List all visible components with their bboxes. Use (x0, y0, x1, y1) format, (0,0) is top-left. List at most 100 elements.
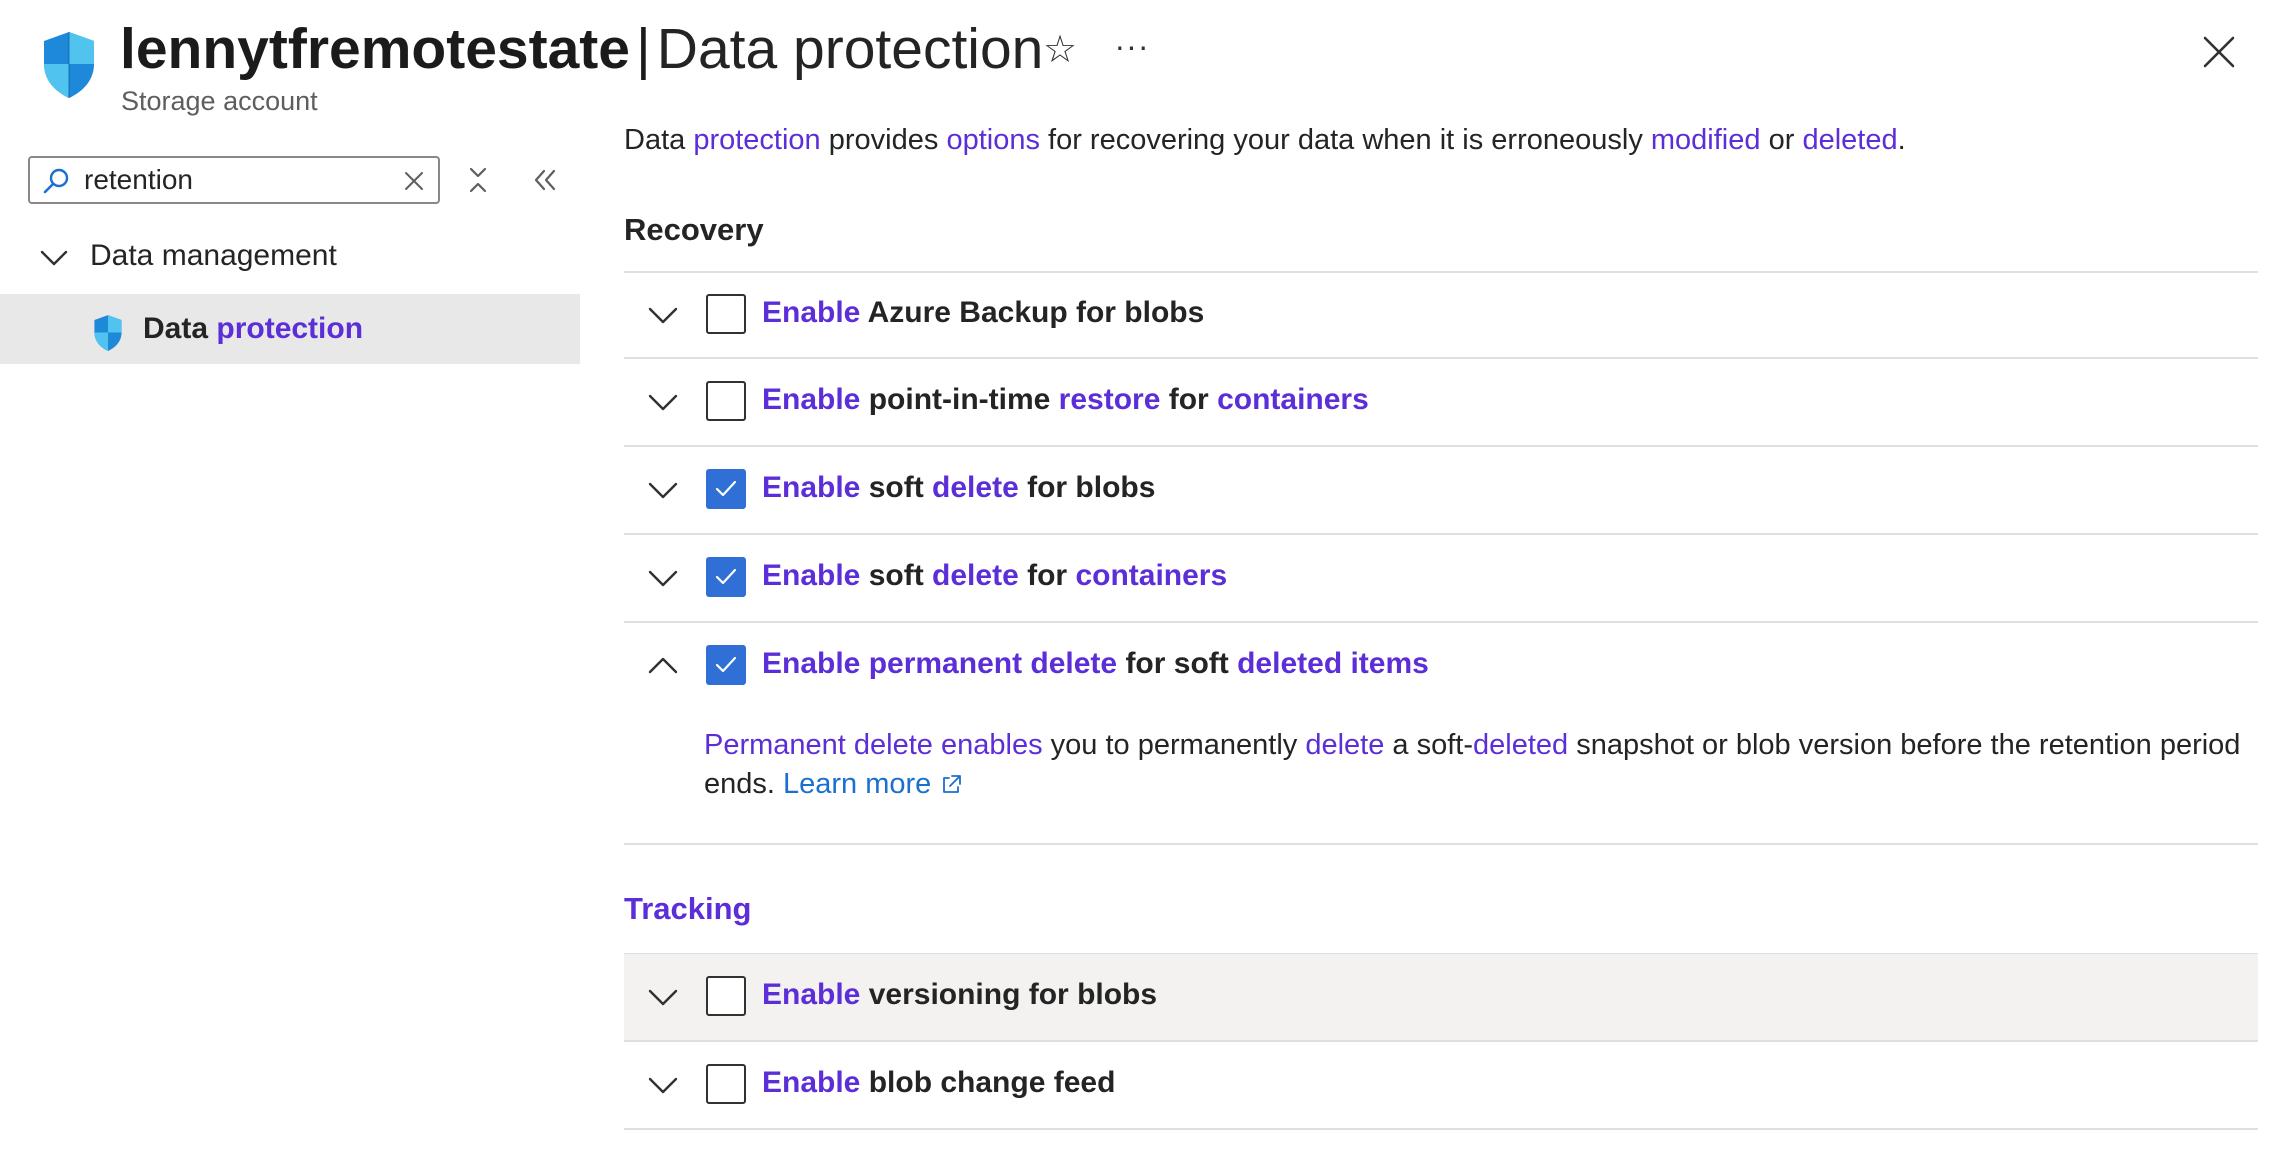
setting-label: Enable Azure Backup for blobs (762, 296, 1204, 330)
setting-label: Enable versioning for blobs (762, 978, 1157, 1012)
label-highlight: Enable permanent delete (762, 647, 1118, 680)
divider (624, 1128, 2258, 1130)
setting-checkbox[interactable] (706, 976, 746, 1016)
setting-row-soft-delete-containers[interactable]: Enable soft delete for containers (624, 535, 2258, 621)
blade-header: lennytfremotestate | Data protection Stora… (0, 0, 2272, 140)
checkmark-icon (715, 480, 737, 497)
learn-more-label: Learn more (783, 768, 932, 800)
setting-checkbox[interactable] (706, 557, 746, 597)
label-highlight: delete (932, 471, 1019, 504)
nav-item-data-protection[interactable]: Data protection (0, 294, 580, 364)
setting-label: Enable soft delete for blobs (762, 471, 1155, 505)
intro-word: or (1768, 124, 1795, 156)
setting-row-point-in-time-restore[interactable]: Enable point-in-time restore for contain… (624, 359, 2258, 445)
label-text: Azure Backup for blobs (860, 296, 1205, 329)
more-options-icon[interactable]: ··· (1110, 26, 1154, 74)
setting-checkbox[interactable] (706, 294, 746, 334)
permanent-delete-description: Permanent delete enables you to permanen… (704, 726, 2244, 804)
resource-name: lennytfremotestate (120, 17, 630, 81)
intro-highlight: protection (693, 124, 821, 156)
nav-search-box[interactable] (28, 156, 440, 204)
external-link-icon (943, 775, 962, 794)
label-highlight: Enable (762, 1066, 861, 1099)
setting-row-change-feed[interactable]: Enable blob change feed (624, 1042, 2258, 1128)
page-title: lennytfremotestate | Data protection (120, 16, 1043, 82)
nav-item-label-word: Data (143, 312, 209, 345)
nav-item-label: Data protection (143, 312, 363, 346)
intro-text: Data protection provides options for rec… (624, 124, 1906, 157)
label-highlight: Enable (762, 296, 861, 329)
section-heading-tracking: Tracking (624, 891, 752, 926)
intro-word: provides (828, 124, 939, 156)
label-text: for blobs (1018, 471, 1156, 504)
desc-text: a soft- (1384, 729, 1474, 761)
intro-word: . (1897, 124, 1906, 156)
blade-title: Data protection (656, 17, 1044, 81)
nav-group-label: Data management (90, 239, 337, 272)
chevron-up-icon[interactable] (646, 649, 680, 683)
intro-word: Data (624, 124, 686, 156)
setting-row-soft-delete-blobs[interactable]: Enable soft delete for blobs (624, 447, 2258, 533)
nav-item-label-highlight: protection (216, 312, 364, 345)
setting-checkbox[interactable] (706, 645, 746, 685)
setting-checkbox[interactable] (706, 381, 746, 421)
learn-more-link[interactable]: Learn more (783, 768, 963, 800)
divider (624, 843, 2258, 845)
label-text: point-in-time (860, 383, 1059, 416)
setting-checkbox[interactable] (706, 469, 746, 509)
label-text: soft (860, 471, 933, 504)
desc-text: you to permanently (1042, 729, 1306, 761)
shield-icon (94, 315, 122, 351)
search-icon (43, 168, 69, 194)
setting-label: Enable point-in-time restore for contain… (762, 383, 1369, 417)
checkmark-icon (715, 568, 737, 585)
setting-checkbox[interactable] (706, 1064, 746, 1104)
chevron-down-icon[interactable] (646, 298, 680, 332)
section-heading-recovery: Recovery (624, 212, 764, 247)
label-highlight: containers (1217, 383, 1369, 416)
label-highlight: Enable (762, 471, 861, 504)
resource-type-subtitle: Storage account (121, 86, 318, 116)
label-text: versioning for blobs (860, 978, 1158, 1011)
label-text: blob change feed (860, 1066, 1116, 1099)
double-chevron-left-icon[interactable] (528, 164, 560, 196)
chevron-down-icon[interactable] (646, 473, 680, 507)
setting-row-azure-backup[interactable]: Enable Azure Backup for blobs (624, 272, 2258, 358)
chevron-down-icon[interactable] (646, 980, 680, 1014)
favorite-star-icon[interactable]: ☆ (1040, 26, 1080, 74)
label-highlight: restore (1058, 383, 1161, 416)
desc-highlight: deleted (1473, 729, 1569, 761)
search-input[interactable] (84, 164, 384, 196)
desc-highlight: Permanent delete enables (704, 729, 1043, 761)
shield-icon (44, 32, 94, 98)
label-highlight: Enable (762, 978, 861, 1011)
desc-highlight: delete (1305, 729, 1385, 761)
setting-label: Enable permanent delete for soft deleted… (762, 647, 1429, 681)
label-text: soft (860, 559, 933, 592)
setting-row-permanent-delete[interactable]: Enable permanent delete for soft deleted… (624, 623, 2258, 709)
label-highlight: Enable (762, 383, 861, 416)
checkmark-icon (715, 656, 737, 673)
title-separator: | (635, 17, 651, 81)
chevron-down-icon[interactable] (646, 1068, 680, 1102)
chevron-down-icon[interactable] (646, 385, 680, 419)
intro-highlight: options (946, 124, 1040, 156)
clear-icon[interactable] (402, 169, 426, 193)
intro-highlight: deleted (1802, 124, 1898, 156)
label-text: for (1160, 383, 1218, 416)
intro-highlight: modified (1650, 124, 1761, 156)
label-text: for soft (1117, 647, 1238, 680)
setting-label: Enable soft delete for containers (762, 559, 1227, 593)
chevron-down-icon (40, 250, 68, 266)
close-icon[interactable] (2195, 28, 2243, 76)
chevron-down-icon[interactable] (646, 561, 680, 595)
label-text: for (1018, 559, 1076, 592)
label-highlight: delete (932, 559, 1019, 592)
setting-row-versioning[interactable]: Enable versioning for blobs (624, 954, 2258, 1040)
label-highlight: containers (1075, 559, 1228, 592)
label-highlight: Enable (762, 559, 861, 592)
nav-group-data-management[interactable]: Data management (0, 230, 580, 286)
label-highlight: deleted items (1237, 647, 1429, 680)
intro-word: for recovering your data when it is erro… (1048, 124, 1643, 156)
collapse-all-icon[interactable] (462, 164, 494, 196)
